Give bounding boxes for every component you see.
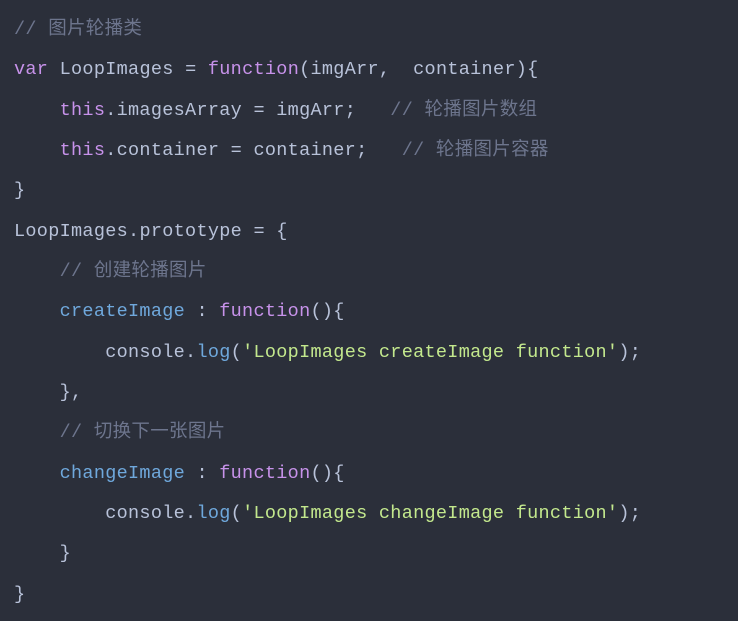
property: prototype xyxy=(139,221,242,242)
method-name: changeImage xyxy=(60,463,185,484)
method-name: log xyxy=(196,342,230,363)
param: imgArr xyxy=(311,59,379,80)
comment: // 图片轮播类 xyxy=(14,19,142,40)
property: imagesArray xyxy=(117,100,242,121)
identifier: LoopImages xyxy=(14,221,128,242)
method-name: createImage xyxy=(60,301,185,322)
property: container xyxy=(117,140,220,161)
keyword-this: this xyxy=(60,100,106,121)
string-literal: 'LoopImages createImage function' xyxy=(242,342,618,363)
keyword-function: function xyxy=(219,301,310,322)
identifier: console xyxy=(105,342,185,363)
comment: // 切换下一张图片 xyxy=(60,422,226,443)
code-block: // 图片轮播类 var LoopImages = function(imgAr… xyxy=(0,0,738,615)
keyword-this: this xyxy=(60,140,106,161)
identifier: LoopImages xyxy=(60,59,174,80)
param: container xyxy=(413,59,516,80)
comment: // 创建轮播图片 xyxy=(60,261,207,282)
keyword-function: function xyxy=(219,463,310,484)
string-literal: 'LoopImages changeImage function' xyxy=(242,503,618,524)
keyword-var: var xyxy=(14,59,48,80)
comment: // 轮播图片数组 xyxy=(390,100,537,121)
identifier: imgArr xyxy=(276,100,344,121)
identifier: console xyxy=(105,503,185,524)
keyword-function: function xyxy=(208,59,299,80)
identifier: container xyxy=(253,140,356,161)
comment: // 轮播图片容器 xyxy=(402,140,549,161)
method-name: log xyxy=(196,503,230,524)
